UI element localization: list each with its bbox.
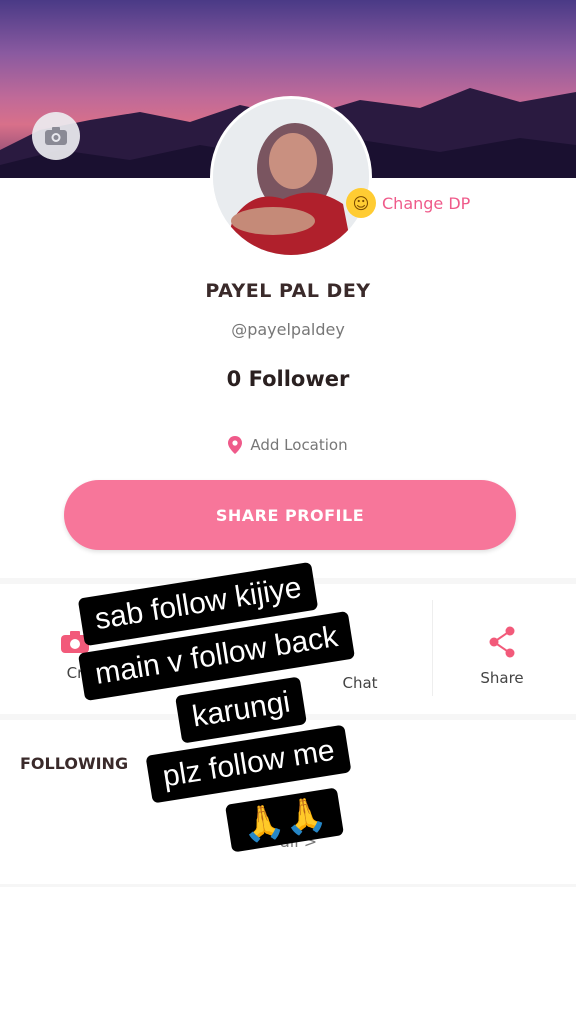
chat-action-label: Chat [342, 674, 378, 692]
section-divider [0, 714, 576, 720]
see-all-link[interactable]: all > [280, 832, 317, 851]
camera-icon [45, 127, 67, 145]
follower-count[interactable]: 0 Follower [0, 367, 576, 391]
camera-icon [61, 631, 89, 653]
create-action[interactable]: Cr [40, 600, 110, 712]
share-profile-button[interactable]: SHARE PROFILE [64, 480, 516, 550]
share-icon [489, 626, 515, 658]
share-action-label: Share [480, 669, 524, 687]
caption-line-4: plz follow me [145, 724, 352, 804]
profile-handle: @payelpaldey [231, 320, 345, 339]
share-profile-label: SHARE PROFILE [215, 505, 365, 525]
chat-action[interactable]: Chat [330, 600, 390, 712]
following-section-title: FOLLOWING [20, 754, 129, 773]
profile-avatar[interactable] [210, 96, 372, 258]
profile-name: PAYEL PAL DEY [205, 280, 371, 302]
change-dp-label: Change DP [382, 193, 471, 213]
change-dp-button[interactable]: ☺ Change DP [346, 188, 470, 218]
share-action[interactable]: Share [470, 600, 534, 712]
kissing-face-icon: ☺ [346, 188, 376, 218]
avatar-photo [213, 99, 369, 255]
section-divider [0, 578, 576, 584]
section-divider [0, 884, 576, 887]
create-action-label: Cr [66, 664, 84, 682]
add-location-label: Add Location [250, 436, 348, 454]
add-location-button[interactable]: Add Location [0, 436, 576, 454]
location-pin-icon [228, 436, 243, 454]
profile-actions: Cr Chat Share [0, 600, 576, 712]
change-cover-button[interactable] [32, 112, 80, 160]
action-separator [432, 600, 433, 696]
